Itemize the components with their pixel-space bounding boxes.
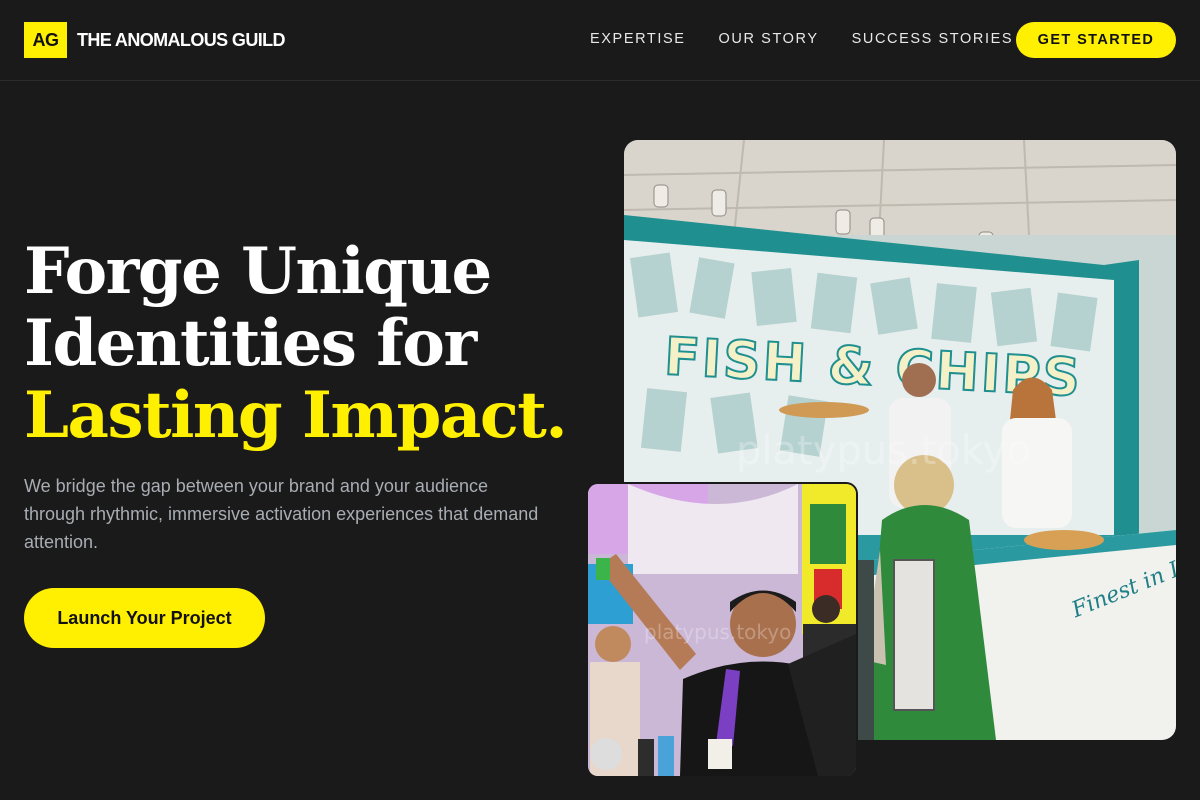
watermark-secondary: platypus.tokyo bbox=[644, 620, 792, 644]
get-started-button[interactable]: GET STARTED bbox=[1016, 22, 1176, 58]
logo[interactable]: AG THE ANOMALOUS GUILD bbox=[24, 22, 286, 58]
hero-subtitle: We bridge the gap between your brand and… bbox=[24, 476, 539, 552]
logo-badge: AG bbox=[24, 22, 67, 58]
hero-photo-crowd: platypus.tokyo bbox=[588, 484, 856, 776]
headline-accent: Lasting Impact. bbox=[24, 378, 568, 453]
nav-link-expertise[interactable]: EXPERTISE bbox=[590, 31, 686, 47]
watermark-main: platypus.tokyo bbox=[736, 428, 1031, 474]
logo-text: THE ANOMALOUS GUILD bbox=[77, 29, 286, 50]
site-header: AG THE ANOMALOUS GUILD EXPERTISE OUR STO… bbox=[0, 0, 1200, 81]
nav-link-success-stories[interactable]: SUCCESS STORIES bbox=[852, 31, 1014, 47]
nav-link-our-story[interactable]: OUR STORY bbox=[719, 31, 819, 47]
launch-project-button[interactable]: Launch Your Project bbox=[24, 588, 265, 648]
headline-line-1: Forge Unique bbox=[24, 234, 492, 309]
headline-line-2: Identities for bbox=[24, 306, 477, 381]
hero-headline: Forge Unique Identities for Lasting Impa… bbox=[24, 236, 584, 452]
main-nav: EXPERTISE OUR STORY SUCCESS STORIES bbox=[590, 31, 1046, 47]
